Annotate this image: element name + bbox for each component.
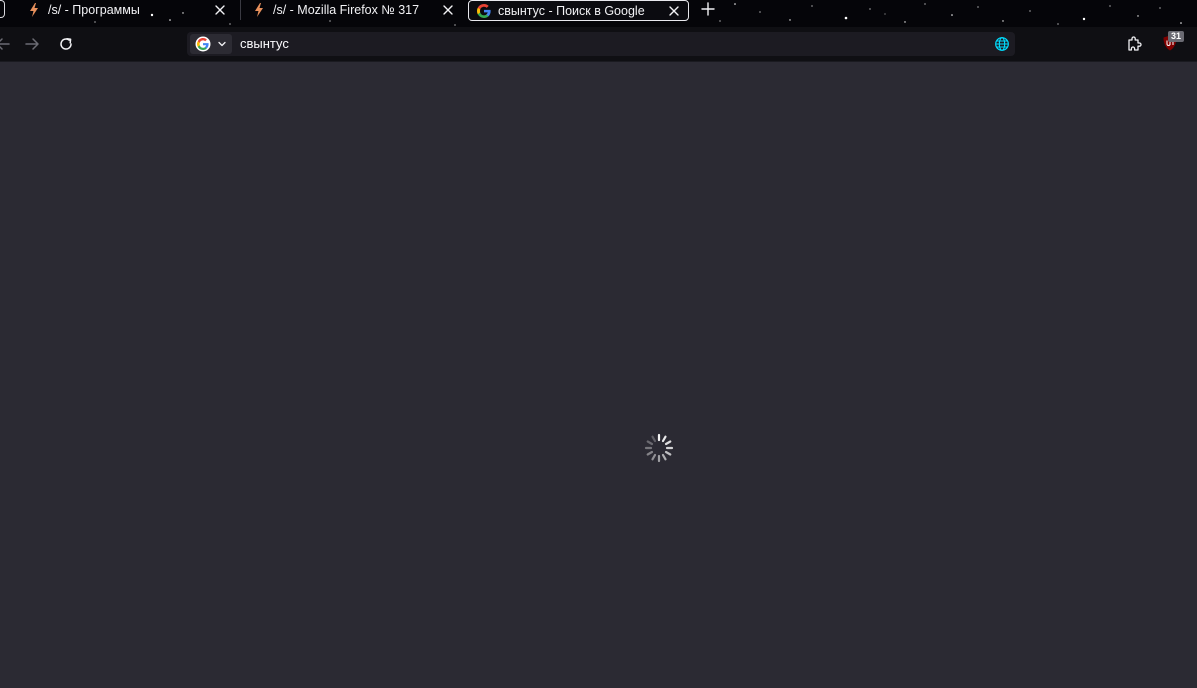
lightning-icon	[30, 3, 38, 17]
tab-programs[interactable]: /s/ - Программы	[14, 0, 234, 20]
close-icon[interactable]	[667, 4, 681, 18]
chevron-down-icon	[218, 41, 226, 47]
plus-icon[interactable]	[700, 1, 716, 17]
address-bar-text: свынтус	[240, 36, 289, 51]
page-content	[0, 62, 1197, 688]
lightning-icon	[255, 3, 263, 17]
close-icon[interactable]	[213, 3, 227, 17]
tab-firefox-thread[interactable]: /s/ - Mozilla Firefox № 317	[240, 0, 462, 20]
tab-title: /s/ - Mozilla Firefox № 317	[273, 3, 420, 17]
tab-strip: /s/ - Программы /s/ - Mozilla Firefox № …	[0, 0, 1197, 27]
puzzle-icon[interactable]	[1125, 35, 1143, 53]
globe-icon[interactable]	[994, 36, 1010, 52]
tab-title: свынтус - Поиск в Google	[498, 3, 645, 18]
loading-spinner-icon	[644, 433, 674, 463]
tab-google-search[interactable]: свынтус - Поиск в Google	[468, 0, 689, 21]
close-icon[interactable]	[441, 3, 455, 17]
reload-icon[interactable]	[57, 35, 75, 53]
browser-window: /s/ - Программы /s/ - Mozilla Firefox № …	[0, 0, 1197, 688]
google-g-icon	[195, 36, 211, 52]
tab-overflow-edge	[0, 0, 5, 18]
google-g-icon	[477, 3, 491, 18]
arrow-left-icon[interactable]	[0, 35, 12, 53]
search-engine-selector[interactable]	[190, 34, 232, 54]
tab-title: /s/ - Программы	[48, 3, 140, 17]
address-bar[interactable]: свынтус	[187, 32, 1015, 56]
arrow-right-icon[interactable]	[23, 35, 41, 53]
ublock-counter-badge: 31	[1168, 31, 1185, 42]
navigation-toolbar: свынтус 31	[0, 27, 1197, 62]
